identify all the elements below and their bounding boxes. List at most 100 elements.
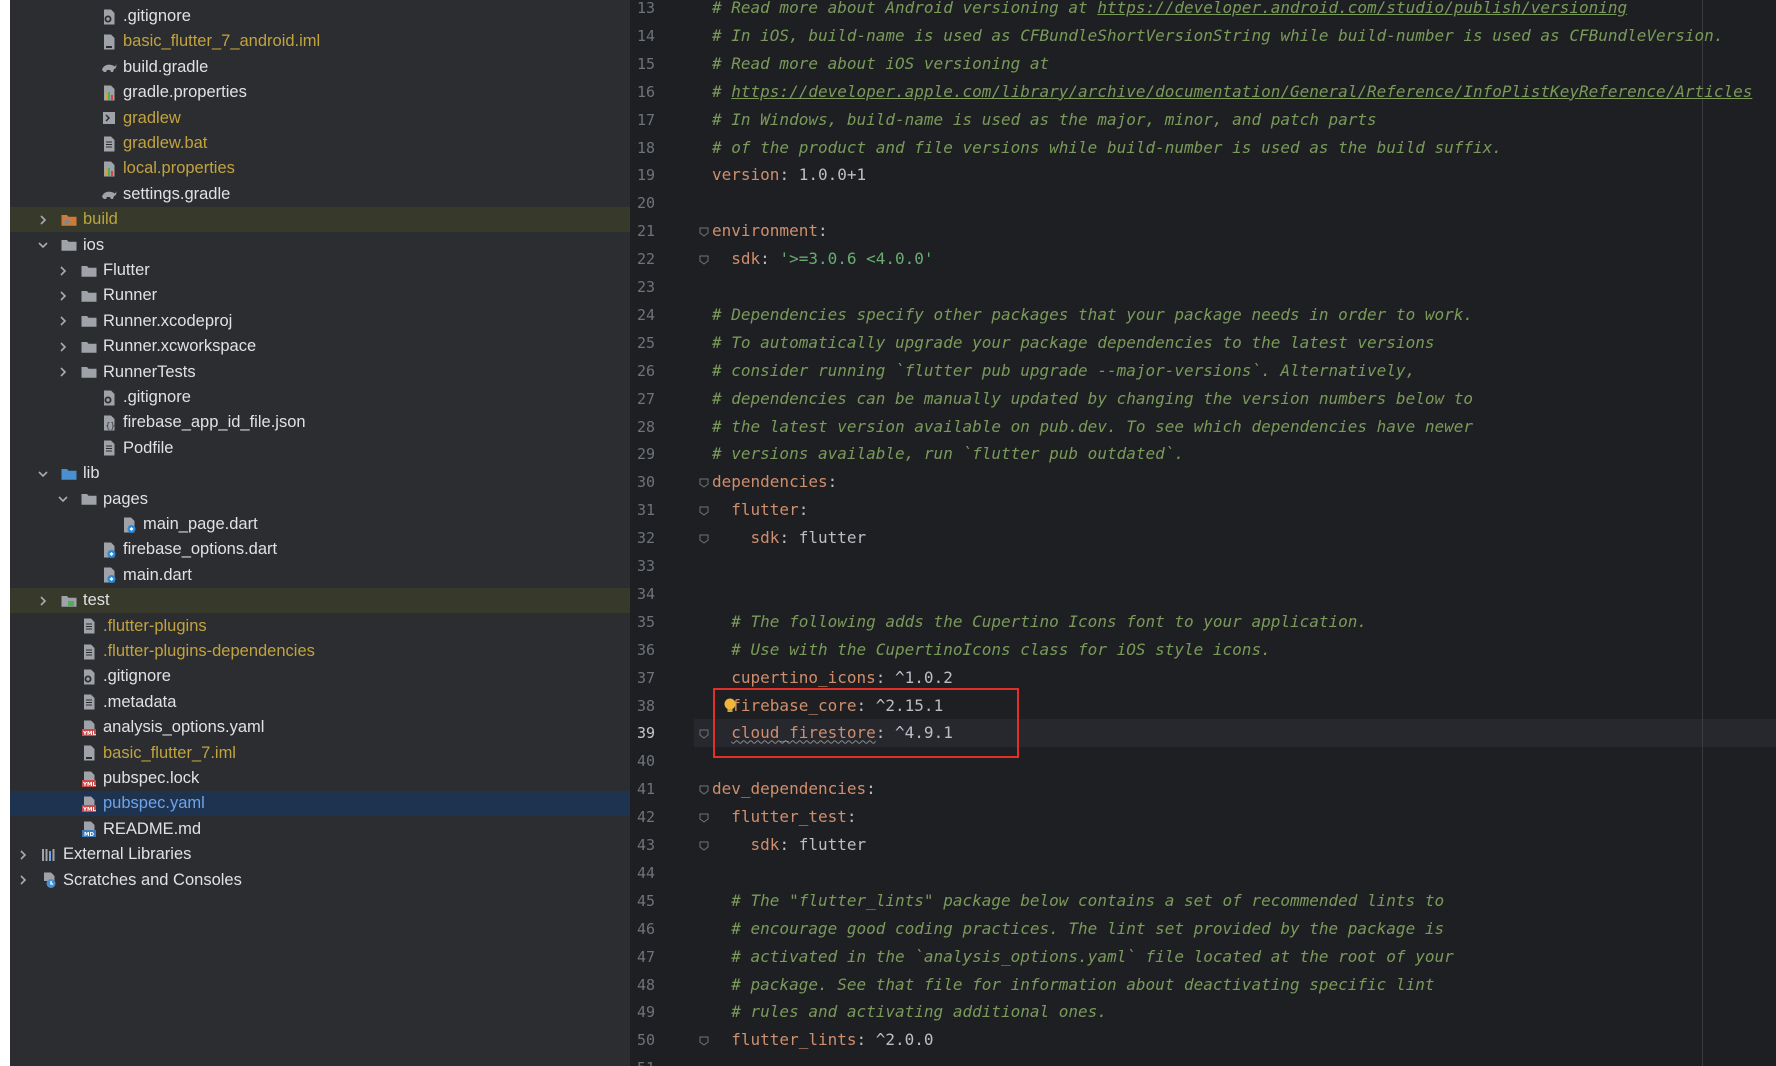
line-number[interactable]: 36 <box>630 636 655 664</box>
code-line[interactable]: # encourage good coding practices. The l… <box>712 915 1444 943</box>
tree-file-item[interactable]: gradlew <box>10 106 630 131</box>
tree-file-item[interactable]: main.dart <box>10 563 630 588</box>
line-number[interactable]: 43 <box>630 831 655 859</box>
tree-file-item[interactable]: .gitignore <box>10 385 630 410</box>
code-line[interactable]: # The "flutter_lints" package below cont… <box>712 887 1444 915</box>
code-line[interactable]: # rules and activating additional ones. <box>712 998 1107 1026</box>
tree-folder-item[interactable]: pages <box>10 487 630 512</box>
tree-file-item[interactable]: YML pubspec.yaml <box>10 791 630 817</box>
code-line[interactable]: # activated in the `analysis_options.yam… <box>712 943 1453 971</box>
line-number[interactable]: 18 <box>630 134 655 162</box>
tree-file-item[interactable]: {} firebase_app_id_file.json <box>10 410 630 435</box>
chevron-down-icon[interactable] <box>36 238 50 252</box>
tree-file-item[interactable]: basic_flutter_7_android.iml <box>10 29 630 54</box>
line-number[interactable]: 26 <box>630 357 655 385</box>
chevron-down-icon[interactable] <box>36 467 50 481</box>
tree-file-item[interactable]: main_page.dart <box>10 512 630 537</box>
chevron-right-icon[interactable] <box>16 848 30 862</box>
code-line[interactable]: dev_dependencies: <box>712 775 876 803</box>
fold-toggle-icon[interactable] <box>698 811 710 823</box>
line-number-gutter[interactable]: 13 14 15 16 17 18 19 20 21 22 23 24 25 26 27 28 29 30 31 32… <box>630 0 692 1066</box>
lightbulb-intention-icon[interactable] <box>722 697 738 715</box>
line-number[interactable]: 40 <box>630 747 655 775</box>
line-number[interactable]: 39 <box>630 719 655 747</box>
fold-toggle-icon[interactable] <box>698 839 710 851</box>
tree-folder-item[interactable]: ios <box>10 233 630 258</box>
chevron-right-icon[interactable] <box>36 594 50 608</box>
line-number[interactable]: 23 <box>630 273 655 301</box>
code-line[interactable]: # Read more about iOS versioning at <box>712 50 1049 78</box>
chevron-right-icon[interactable] <box>16 873 30 887</box>
chevron-right-icon[interactable] <box>56 340 70 354</box>
code-line[interactable]: flutter_lints: ^2.0.0 <box>712 1026 933 1054</box>
tree-file-item[interactable]: .gitignore <box>10 4 630 29</box>
tree-file-item[interactable]: firebase_options.dart <box>10 537 630 562</box>
line-number[interactable]: 31 <box>630 496 655 524</box>
chevron-right-icon[interactable] <box>56 264 70 278</box>
tree-folder-item[interactable]: lib <box>10 461 630 486</box>
code-line[interactable]: # the latest version available on pub.de… <box>712 413 1473 441</box>
code-line[interactable]: # The following adds the Cupertino Icons… <box>712 608 1367 636</box>
line-number[interactable]: 29 <box>630 440 655 468</box>
line-number[interactable]: 45 <box>630 887 655 915</box>
line-number[interactable]: 35 <box>630 608 655 636</box>
chevron-right-icon[interactable] <box>56 365 70 379</box>
tree-file-item[interactable]: local.properties <box>10 156 630 181</box>
code-token-link[interactable]: https://developer.android.com/studio/pub… <box>1097 0 1627 17</box>
tree-file-item[interactable]: .gitignore <box>10 664 630 689</box>
fold-toggle-icon[interactable] <box>698 253 710 265</box>
line-number[interactable]: 38 <box>630 692 655 720</box>
code-editor[interactable]: 13 14 15 16 17 18 19 20 21 22 23 24 25 26 27 28 29 30 31 32… <box>630 0 1776 1066</box>
tree-file-item[interactable]: settings.gradle <box>10 182 630 207</box>
tree-file-item[interactable]: build.gradle <box>10 55 630 80</box>
fold-toggle-icon[interactable] <box>698 1034 710 1046</box>
code-line[interactable]: # In iOS, build-name is used as CFBundle… <box>712 22 1723 50</box>
tree-file-item[interactable]: .flutter-plugins-dependencies <box>10 639 630 664</box>
tree-file-item[interactable]: YML pubspec.lock <box>10 766 630 791</box>
code-line[interactable]: # Read more about Android versioning at … <box>712 0 1627 22</box>
chevron-right-icon[interactable] <box>56 289 70 303</box>
tree-file-item[interactable]: Podfile <box>10 436 630 461</box>
line-number[interactable]: 37 <box>630 664 655 692</box>
line-number[interactable]: 32 <box>630 524 655 552</box>
tree-file-item[interactable]: YML analysis_options.yaml <box>10 715 630 740</box>
code-line[interactable]: # To automatically upgrade your package … <box>712 329 1434 357</box>
tree-folder-item[interactable]: Flutter <box>10 258 630 283</box>
code-line[interactable]: # https://developer.apple.com/library/ar… <box>712 78 1752 106</box>
code-line[interactable]: # Use with the CupertinoIcons class for … <box>712 636 1270 664</box>
code-line[interactable]: version: 1.0.0+1 <box>712 161 866 189</box>
code-line[interactable]: sdk: flutter <box>712 831 867 859</box>
tree-file-item[interactable]: .flutter-plugins <box>10 614 630 639</box>
code-line[interactable]: # Dependencies specify other packages th… <box>712 301 1473 329</box>
line-number[interactable]: 20 <box>630 189 655 217</box>
line-number[interactable]: 17 <box>630 106 655 134</box>
fold-toggle-icon[interactable] <box>698 476 710 488</box>
code-line[interactable]: # package. See that file for information… <box>712 971 1434 999</box>
code-line[interactable]: sdk: '>=3.0.6 <4.0.0' <box>712 245 933 273</box>
line-number[interactable]: 16 <box>630 78 655 106</box>
chevron-right-icon[interactable] <box>56 314 70 328</box>
tree-folder-item[interactable]: RunnerTests <box>10 360 630 385</box>
code-line[interactable]: sdk: flutter <box>712 524 867 552</box>
tree-file-item[interactable]: gradlew.bat <box>10 131 630 156</box>
tree-file-item[interactable]: basic_flutter_7.iml <box>10 741 630 766</box>
code-line[interactable]: # versions available, run `flutter pub o… <box>712 440 1184 468</box>
tree-folder-item[interactable]: Runner <box>10 283 630 308</box>
code-line[interactable]: dependencies: <box>712 468 837 496</box>
line-number[interactable]: 49 <box>630 998 655 1026</box>
line-number[interactable]: 25 <box>630 329 655 357</box>
fold-toggle-icon[interactable] <box>698 504 710 516</box>
fold-toggle-icon[interactable] <box>698 225 710 237</box>
line-number[interactable]: 28 <box>630 413 655 441</box>
line-number[interactable]: 42 <box>630 803 655 831</box>
line-number[interactable]: 47 <box>630 943 655 971</box>
chevron-down-icon[interactable] <box>56 492 70 506</box>
fold-toggle-icon[interactable] <box>698 532 710 544</box>
line-number[interactable]: 24 <box>630 301 655 329</box>
line-number[interactable]: 30 <box>630 468 655 496</box>
line-number[interactable]: 34 <box>630 580 655 608</box>
tree-folder-item[interactable]: Scratches and Consoles <box>10 868 630 893</box>
tree-folder-item[interactable]: Runner.xcworkspace <box>10 334 630 359</box>
line-number[interactable]: 44 <box>630 859 655 887</box>
tree-folder-item[interactable]: External Libraries <box>10 842 630 867</box>
